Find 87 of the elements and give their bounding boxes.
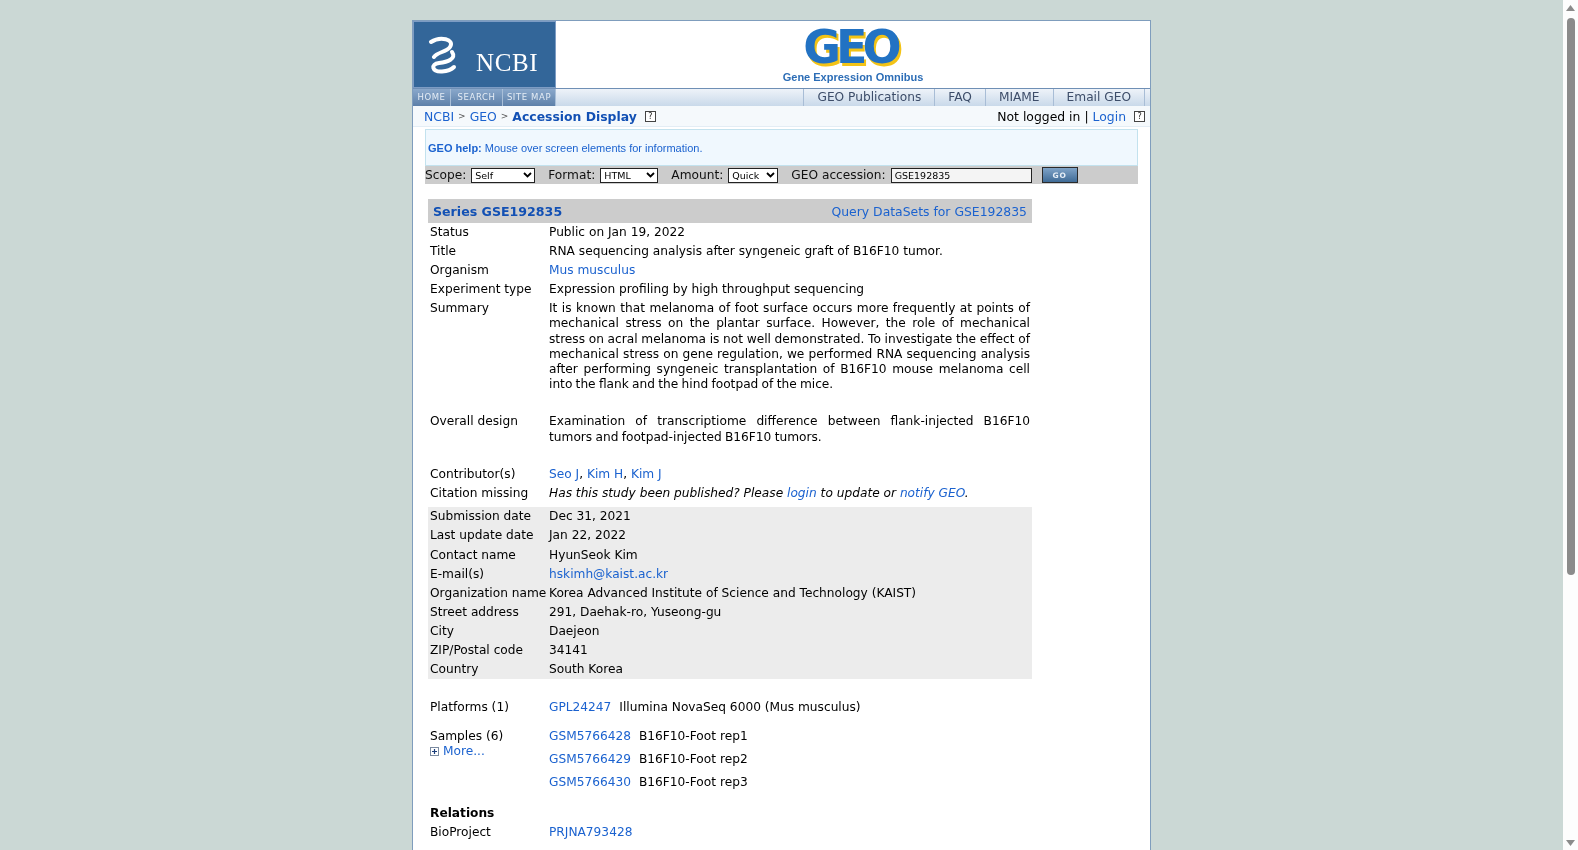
- helix-icon: [426, 35, 459, 74]
- section-heading: Relations: [430, 805, 495, 820]
- field-link[interactable]: PRJNA793428: [549, 824, 633, 840]
- breadcrumb-current[interactable]: Accession Display: [512, 108, 637, 124]
- inline-link[interactable]: login: [787, 486, 817, 501]
- breadcrumb-separator: >: [458, 111, 466, 121]
- field-label: Contributor(s): [430, 467, 516, 483]
- record-link[interactable]: GSM5766430: [549, 774, 631, 791]
- login-link[interactable]: Login: [1092, 108, 1126, 124]
- record-link[interactable]: GSM5766429: [549, 751, 631, 767]
- logo-subtitle: Gene Expression Omnibus: [782, 71, 924, 83]
- field-value: Korea Advanced Institute of Science and Technology (KAIST): [549, 585, 917, 601]
- contributor-list: Seo J, Kim H, Kim J: [549, 467, 662, 483]
- record-link[interactable]: GSM5766428: [549, 728, 631, 744]
- field-label: Organization name: [430, 585, 547, 601]
- field-label: Platforms (1): [430, 700, 509, 716]
- field-label: Contact name: [430, 547, 516, 563]
- query-link[interactable]: Query DataSets for GSE192835: [831, 203, 1027, 219]
- field-label: BioProject: [430, 824, 491, 840]
- field-value: Jan 22, 2022: [549, 528, 626, 544]
- field-label: Country: [430, 662, 479, 678]
- plus-box-icon: [430, 746, 439, 756]
- author-link[interactable]: Seo J: [549, 467, 580, 482]
- field-link[interactable]: Mus musculus: [549, 263, 636, 279]
- breadcrumb-link[interactable]: NCBI: [424, 108, 455, 124]
- field-value: South Korea: [549, 662, 623, 678]
- login-status: Not logged in: [997, 108, 1081, 124]
- citation-note: Has this study been published? Please login to update or notify GEO.: [549, 486, 969, 502]
- field-value: RNA sequencing analysis after syngeneic graft of B16F10 tumor.: [549, 244, 943, 260]
- field-label: Scope:: [425, 168, 467, 182]
- field-label: Title: [430, 244, 457, 260]
- separator-text: |: [1084, 108, 1089, 124]
- accession-input[interactable]: GSE192835: [890, 167, 1032, 183]
- field-paragraph: It is known that melanoma of foot surface occurs more frequently at points of mechanical stress on the plantar surface. However, the role of mechanical stress on acral melanoma is not well demonstrated. To investigate the effect of mechanical stress on gene regulation, we performed RNA sequencing analysis after performing syngeneic transplantation of B16F10 mouse melanoma cell into the flank and the hind footpad of the mice.: [549, 301, 1030, 392]
- field-label: GEO accession:: [791, 168, 886, 182]
- field-label: E-mail(s): [430, 566, 485, 582]
- chevron-down-icon: [646, 172, 656, 178]
- field-value: Public on Jan 19, 2022: [549, 225, 685, 241]
- field-paragraph: Examination of transcriptiome difference between flank-injected B16F10 tumors and footpad-injected B16F10 tumors.: [549, 414, 1030, 445]
- field-label: Experiment type: [430, 282, 532, 298]
- field-label: Samples (6): [430, 728, 504, 744]
- geo-logo-text: GEO: [803, 27, 898, 67]
- ncbi-logo[interactable]: NCBI: [413, 21, 556, 88]
- series-title: Series GSE192835: [433, 203, 563, 219]
- field-label: Street address: [430, 604, 519, 620]
- field-label: Last update date: [430, 528, 534, 544]
- record-link[interactable]: GPL24247: [549, 700, 612, 716]
- logo-text: NCBI: [476, 48, 539, 77]
- dropdown[interactable]: Quick: [728, 167, 779, 183]
- field-label: City: [430, 623, 454, 639]
- more-link[interactable]: More...: [430, 743, 485, 759]
- help-button[interactable]: ?: [1134, 110, 1145, 122]
- field-label: Organism: [430, 263, 489, 279]
- record-title: B16F10-Foot rep1: [639, 728, 748, 744]
- field-label: Citation missing: [430, 486, 529, 502]
- record-title: B16F10-Foot rep2: [639, 751, 748, 767]
- field-label: Status: [430, 225, 469, 241]
- inline-link[interactable]: notify GEO: [899, 486, 965, 501]
- chevron-down-icon: [523, 172, 533, 178]
- breadcrumb-separator: >: [500, 111, 509, 121]
- help-text: GEO help: Mouse over screen elements for information.: [428, 141, 703, 154]
- field-label: Format:: [548, 168, 596, 182]
- breadcrumb-link[interactable]: GEO: [469, 108, 497, 124]
- field-label: ZIP/Postal code: [430, 642, 524, 659]
- dropdown[interactable]: Self: [471, 167, 536, 183]
- field-value: Expression profiling by high throughput sequencing: [549, 282, 865, 298]
- triangle-up-icon[interactable]: [1566, 5, 1575, 11]
- field-value: Daejeon: [549, 623, 600, 639]
- help-button[interactable]: ?: [644, 110, 656, 122]
- scrollbar-thumb[interactable]: [1566, 18, 1575, 575]
- field-value: 291, Daehak-ro, Yuseong-gu: [549, 604, 722, 620]
- field-label: Overall design: [430, 414, 518, 430]
- author-link[interactable]: Kim H: [586, 467, 624, 482]
- record-title: B16F10-Foot rep3: [639, 774, 748, 791]
- field-label: Summary: [430, 301, 489, 317]
- scrollbar[interactable]: [1563, 0, 1578, 850]
- field-link[interactable]: hskimh@kaist.ac.kr: [549, 566, 669, 582]
- dropdown[interactable]: HTML: [600, 167, 659, 183]
- field-value: 34141: [549, 642, 588, 659]
- field-value: HyunSeok Kim: [549, 547, 638, 563]
- field-label: Submission date: [430, 509, 532, 525]
- author-link[interactable]: Kim J: [630, 467, 662, 482]
- field-value: Dec 31, 2021: [549, 509, 631, 525]
- record-title: Illumina NovaSeq 6000 (Mus musculus): [619, 700, 861, 716]
- chevron-down-icon: [766, 172, 776, 178]
- triangle-down-icon[interactable]: [1566, 840, 1575, 846]
- field-label: Amount:: [671, 168, 724, 182]
